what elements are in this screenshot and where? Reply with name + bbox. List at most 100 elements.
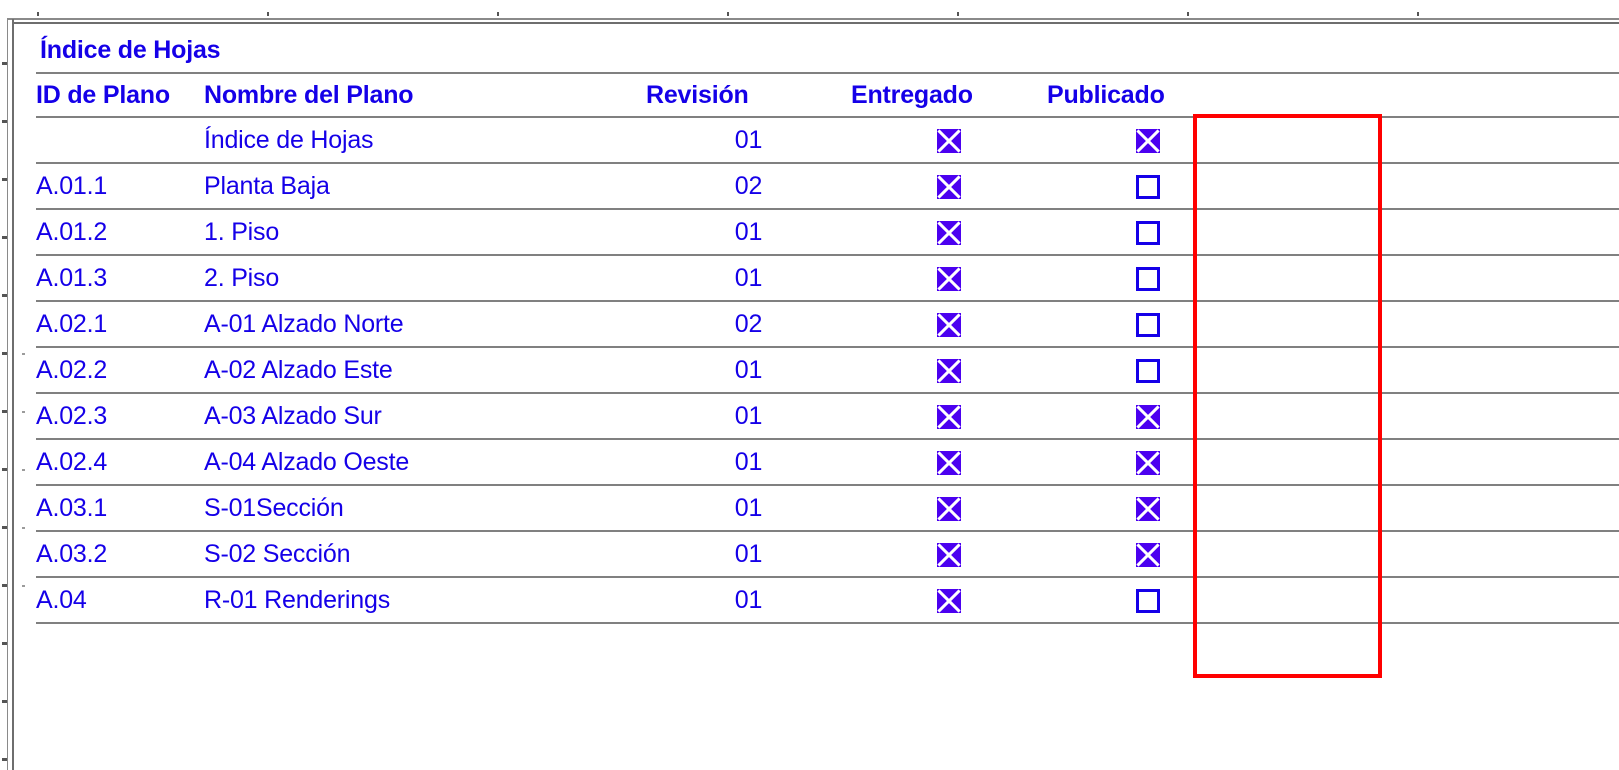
- entregado-cell[interactable]: [851, 162, 1047, 209]
- publicado-cell[interactable]: [1047, 346, 1248, 393]
- entregado-checkbox-checked[interactable]: [937, 542, 961, 567]
- entregado-cell[interactable]: [851, 576, 1047, 624]
- ruler-tick-left: [2, 410, 7, 413]
- entregado-checkbox-checked[interactable]: [937, 450, 961, 475]
- ruler-tick-top: [267, 12, 269, 16]
- table-row[interactable]: Índice de Hojas 01: [36, 116, 1619, 163]
- ruler-tick-top: [1417, 12, 1419, 16]
- ruler-tick-left: [2, 352, 7, 355]
- cell-sheet-id: [36, 116, 204, 163]
- ruler-tick-left: [2, 700, 7, 703]
- column-header-entregado[interactable]: Entregado: [851, 72, 1047, 117]
- table-row[interactable]: A.03.1 S-01Sección 01: [36, 484, 1619, 531]
- publicado-cell[interactable]: [1047, 392, 1248, 439]
- ruler-tick-left: [2, 758, 7, 761]
- table-row[interactable]: A.01.3 2. Piso 01: [36, 254, 1619, 301]
- cell-revision: 01: [646, 208, 851, 255]
- publicado-cell[interactable]: [1047, 254, 1248, 301]
- table-row[interactable]: A.02.4 A-04 Alzado Oeste 01: [36, 438, 1619, 485]
- cell-spacer: [1248, 300, 1619, 347]
- ruler-tick-left: [2, 120, 7, 123]
- cell-spacer: [1248, 162, 1619, 209]
- table-row[interactable]: A.02.3 A-03 Alzado Sur 01: [36, 392, 1619, 439]
- cell-revision: 01: [646, 484, 851, 531]
- entregado-cell[interactable]: [851, 346, 1047, 393]
- entregado-checkbox-checked[interactable]: [937, 358, 961, 383]
- publicado-cell[interactable]: [1047, 208, 1248, 255]
- ruler-tick-left: [2, 584, 7, 587]
- publicado-checkbox-checked[interactable]: [1135, 404, 1160, 429]
- publicado-checkbox-unchecked[interactable]: [1135, 220, 1160, 245]
- ruler-tick-left: [2, 62, 7, 65]
- entregado-cell[interactable]: [851, 208, 1047, 255]
- entregado-cell[interactable]: [851, 300, 1047, 347]
- cell-spacer: [1248, 530, 1619, 577]
- table-row[interactable]: A.01.2 1. Piso 01: [36, 208, 1619, 255]
- ruler-tick-left-inner: [22, 527, 25, 529]
- ruler-tick-left: [2, 642, 7, 645]
- entregado-cell[interactable]: [851, 254, 1047, 301]
- publicado-checkbox-checked[interactable]: [1135, 496, 1160, 521]
- publicado-checkbox-unchecked[interactable]: [1135, 174, 1160, 199]
- sheet-index-table: ID de Plano Nombre del Plano Revisión En…: [36, 72, 1619, 624]
- entregado-checkbox-checked[interactable]: [937, 128, 961, 153]
- column-header-publicado[interactable]: Publicado: [1047, 72, 1248, 117]
- table-row[interactable]: A.03.2 S-02 Sección 01: [36, 530, 1619, 577]
- publicado-checkbox-checked[interactable]: [1135, 128, 1160, 153]
- column-header-revision[interactable]: Revisión: [646, 72, 851, 117]
- publicado-cell[interactable]: [1047, 300, 1248, 347]
- cell-sheet-name: A-01 Alzado Norte: [204, 300, 646, 347]
- entregado-checkbox-checked[interactable]: [937, 588, 961, 613]
- ruler-tick-left-inner: [22, 469, 25, 471]
- cell-sheet-id: A.02.2: [36, 346, 204, 393]
- entregado-checkbox-checked[interactable]: [937, 174, 961, 199]
- column-header-nombre-del-plano[interactable]: Nombre del Plano: [204, 72, 646, 117]
- entregado-checkbox-checked[interactable]: [937, 266, 961, 291]
- cell-sheet-id: A.02.1: [36, 300, 204, 347]
- table-row[interactable]: A.02.1 A-01 Alzado Norte 02: [36, 300, 1619, 347]
- publicado-cell[interactable]: [1047, 530, 1248, 577]
- entregado-checkbox-checked[interactable]: [937, 312, 961, 337]
- entregado-cell[interactable]: [851, 438, 1047, 485]
- cell-sheet-name: A-04 Alzado Oeste: [204, 438, 646, 485]
- cell-sheet-id: A.01.1: [36, 162, 204, 209]
- table-row[interactable]: A.04 R-01 Renderings 01: [36, 576, 1619, 624]
- publicado-cell[interactable]: [1047, 576, 1248, 624]
- publicado-checkbox-unchecked[interactable]: [1135, 266, 1160, 291]
- cell-revision: 01: [646, 254, 851, 301]
- ruler-tick-top: [727, 12, 729, 16]
- entregado-cell[interactable]: [851, 530, 1047, 577]
- publicado-checkbox-checked[interactable]: [1135, 542, 1160, 567]
- publicado-cell[interactable]: [1047, 484, 1248, 531]
- cell-spacer: [1248, 208, 1619, 255]
- cell-spacer: [1248, 346, 1619, 393]
- cell-sheet-name: 2. Piso: [204, 254, 646, 301]
- publicado-checkbox-unchecked[interactable]: [1135, 312, 1160, 337]
- entregado-cell[interactable]: [851, 392, 1047, 439]
- cell-sheet-name: Planta Baja: [204, 162, 646, 209]
- publicado-checkbox-unchecked[interactable]: [1135, 358, 1160, 383]
- cell-sheet-name: S-02 Sección: [204, 530, 646, 577]
- column-header-id-de-plano[interactable]: ID de Plano: [36, 72, 204, 117]
- publicado-cell[interactable]: [1047, 438, 1248, 485]
- ruler-tick-left-inner: [22, 411, 25, 413]
- cell-sheet-id: A.03.1: [36, 484, 204, 531]
- publicado-checkbox-checked[interactable]: [1135, 450, 1160, 475]
- ruler-tick-left: [2, 294, 7, 297]
- cell-sheet-name: R-01 Renderings: [204, 576, 646, 624]
- cell-revision: 02: [646, 162, 851, 209]
- cell-spacer: [1248, 438, 1619, 485]
- entregado-checkbox-checked[interactable]: [937, 220, 961, 245]
- cell-sheet-name: A-03 Alzado Sur: [204, 392, 646, 439]
- publicado-cell[interactable]: [1047, 116, 1248, 163]
- publicado-checkbox-unchecked[interactable]: [1135, 588, 1160, 613]
- cell-spacer: [1248, 484, 1619, 531]
- table-row[interactable]: A.01.1 Planta Baja 02: [36, 162, 1619, 209]
- entregado-checkbox-checked[interactable]: [937, 496, 961, 521]
- entregado-cell[interactable]: [851, 484, 1047, 531]
- table-row[interactable]: A.02.2 A-02 Alzado Este 01: [36, 346, 1619, 393]
- publicado-cell[interactable]: [1047, 162, 1248, 209]
- entregado-checkbox-checked[interactable]: [937, 404, 961, 429]
- sheet-border-top-outer: [7, 18, 1619, 20]
- entregado-cell[interactable]: [851, 116, 1047, 163]
